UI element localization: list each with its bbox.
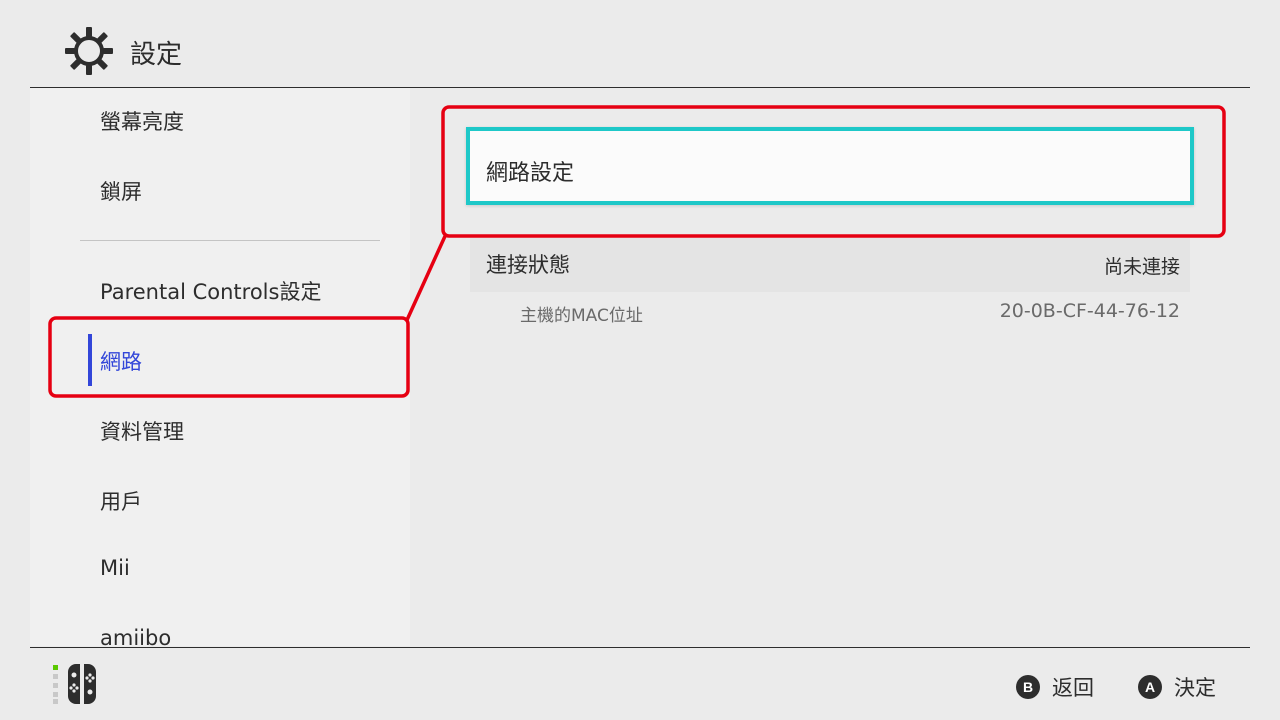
sidebar[interactable]: 螢幕亮度 鎖屏 Parental Controls設定 網路 資料管理 用戶 M…	[30, 88, 410, 646]
back-label: 返回	[1052, 676, 1094, 700]
connection-status-value: 尚未連接	[1103, 256, 1180, 278]
connection-status-row: 連接狀態 尚未連接	[470, 238, 1190, 292]
sidebar-item-parental-controls[interactable]: Parental Controls設定	[100, 276, 321, 306]
sidebar-item-lock-screen[interactable]: 鎖屏	[100, 176, 142, 206]
connection-status-label: 連接狀態	[486, 253, 570, 277]
sidebar-item-data-management[interactable]: 資料管理	[100, 416, 184, 446]
sidebar-item-amiibo[interactable]: amiibo	[100, 626, 171, 646]
mac-address-row: 主機的MAC位址 20-0B-CF-44-76-12	[470, 298, 1190, 328]
back-hint[interactable]: B 返回	[1016, 672, 1094, 702]
page-title: 設定	[130, 40, 183, 70]
confirm-hint[interactable]: A 決定	[1138, 672, 1216, 702]
sidebar-item-network[interactable]: 網路	[100, 346, 142, 376]
a-button-icon: A	[1138, 675, 1162, 699]
sidebar-item-users[interactable]: 用戶	[100, 486, 142, 516]
sidebar-item-mii[interactable]: Mii	[100, 556, 130, 580]
footer: B 返回 A 決定	[0, 648, 1280, 720]
confirm-label: 決定	[1174, 676, 1216, 700]
sidebar-divider	[80, 240, 380, 241]
joy-con-icon	[53, 664, 96, 704]
sidebar-item-screen-brightness[interactable]: 螢幕亮度	[100, 106, 184, 136]
header: 設定	[0, 0, 1280, 88]
network-settings-button[interactable]: 網路設定	[466, 127, 1194, 205]
sidebar-active-indicator	[88, 334, 92, 386]
gear-icon	[65, 27, 113, 75]
mac-address-value: 20-0B-CF-44-76-12	[999, 300, 1180, 322]
mac-address-label: 主機的MAC位址	[520, 306, 643, 326]
main-panel: 網路設定 連接狀態 尚未連接 主機的MAC位址 20-0B-CF-44-76-1…	[410, 88, 1250, 646]
network-settings-label: 網路設定	[486, 161, 575, 186]
b-button-icon: B	[1016, 675, 1040, 699]
